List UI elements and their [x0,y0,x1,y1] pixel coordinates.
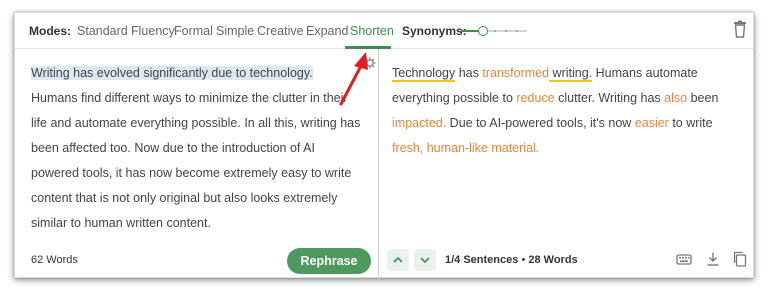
download-icon[interactable] [705,251,721,267]
changed-word[interactable]: impacted. [392,116,446,130]
mode-simple[interactable]: Simple [216,24,254,38]
changed-word[interactable]: also [664,91,687,105]
slider-tick [505,30,507,32]
highlighted-sentence: Writing has evolved significantly due to… [31,66,313,80]
chevron-down-icon [420,257,430,264]
chevron-up-icon [393,256,403,263]
mode-standard[interactable]: Standard [77,24,128,38]
rephrase-button[interactable]: Rephrase [287,248,371,274]
output-text-area[interactable]: Technology has transformed writing. Huma… [392,61,744,161]
mode-toolbar: Modes: Standard Fluency Formal Simple Cr… [15,13,753,49]
changed-word[interactable]: fresh, human-like material. [392,141,539,155]
slider-thumb[interactable] [478,26,488,36]
mode-shorten[interactable]: Shorten [350,24,394,38]
mode-creative[interactable]: Creative [257,24,304,38]
structural-change: Technology [392,66,456,82]
changed-word[interactable]: transformed [482,66,549,80]
output-stats: 1/4 Sentences • 28 Words [445,254,578,266]
settings-gear-icon[interactable] [364,57,376,69]
active-mode-indicator [345,46,391,49]
changed-word[interactable]: reduce [516,91,554,105]
trash-icon[interactable] [733,20,747,38]
output-text: clutter. Writing has [554,91,665,105]
mode-expand[interactable]: Expand [306,24,348,38]
mode-formal[interactable]: Formal [174,24,213,38]
slider-tick [494,30,496,32]
changed-word[interactable]: easier [635,116,669,130]
modes-label: Modes: [29,24,71,38]
mode-fluency[interactable]: Fluency [131,24,175,38]
output-text: Due to AI-powered tools, it's now [446,116,635,130]
copy-icon[interactable] [732,251,748,267]
synonyms-label: Synonyms: [402,24,467,38]
output-text: been [687,91,719,105]
input-text-area[interactable]: Writing has evolved significantly due to… [31,61,361,236]
previous-sentence-button[interactable] [387,249,409,271]
slider-tick [516,30,518,32]
paraphraser-window: Modes: Standard Fluency Formal Simple Cr… [14,12,754,279]
sentence-counter: 1/4 Sentences [445,254,519,266]
stats-separator: • [521,254,526,266]
input-text: Humans find different ways to minimize t… [31,91,361,230]
structural-change: writing. [549,66,593,82]
keyboard-icon[interactable] [676,251,692,267]
pane-divider [378,49,379,279]
input-word-count: 62 Words [31,254,78,266]
output-text: to write [668,116,713,130]
output-word-count: 28 Words [528,254,578,266]
synonyms-slider[interactable] [461,25,527,37]
output-text: has [455,66,483,80]
next-sentence-button[interactable] [414,249,436,271]
